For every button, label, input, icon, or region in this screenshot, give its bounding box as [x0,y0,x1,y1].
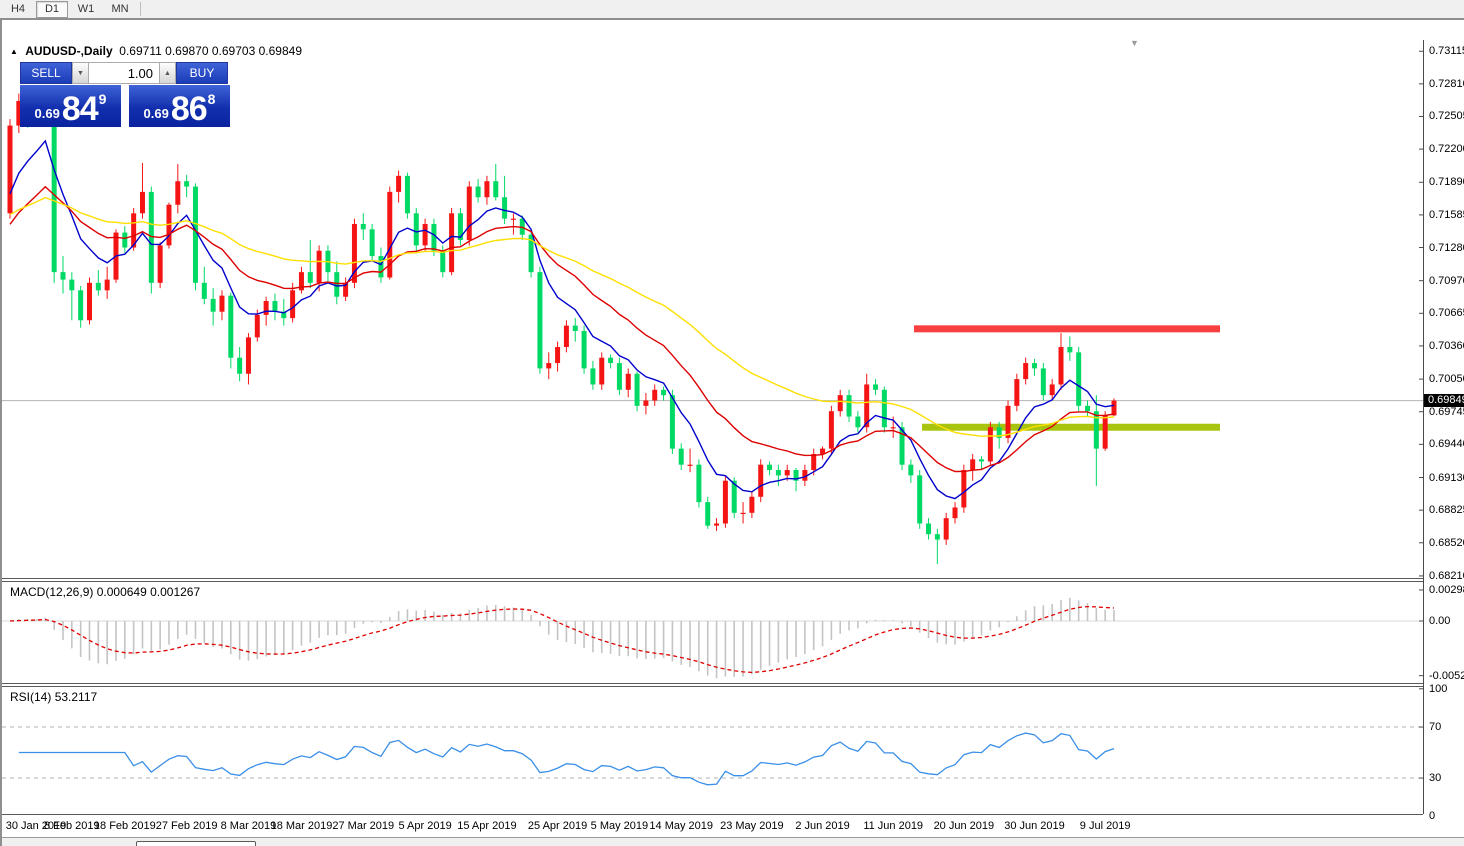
date-tick-label: 18 Feb 2019 [93,820,156,832]
price-tick: 0.72200 [1429,143,1464,156]
macd-label: MACD(12,26,9) 0.000649 0.001267 [10,585,200,599]
ohlc-high: 0.69870 [165,44,209,58]
price-axis-border [1423,40,1424,814]
price-tick: 0.69130 [1429,471,1464,484]
price-tick: 0.70970 [1429,274,1464,287]
chart-tab-xauusd-h1[interactable]: XAUUSD-,H1 [746,841,851,846]
chart-tab-eurusd-daily[interactable]: EURUSD-,Daily [16,841,134,846]
price-tick: 0.73115 [1429,45,1464,58]
date-tick-label: 27 Mar 2019 [332,820,395,832]
volume-input[interactable] [89,62,159,84]
price-tick: 0.70050 [1429,373,1464,386]
date-tick-label: 14 May 2019 [649,820,714,832]
support-line[interactable] [922,423,1220,431]
price-tick: 0.68520 [1429,536,1464,549]
rsi-tick: 30 [1429,772,1442,785]
chart-tab-usdchf-daily[interactable]: USDCHF-,Daily [258,841,375,846]
chart-tab-usdcad-daily[interactable]: USDCAD-,Daily [376,841,494,846]
buy-price-prefix: 0.69 [143,106,169,121]
volume-decrease-button[interactable]: ▼ [72,62,89,84]
date-tick-label: 27 Feb 2019 [155,820,218,832]
date-tick-label: 30 Jun 2019 [1004,820,1065,832]
pane-separator[interactable] [2,686,1423,687]
date-tick-label: 11 Jun 2019 [863,820,924,832]
date-tick-label: 9 Jul 2019 [1079,820,1131,832]
pane-separator[interactable] [2,578,1423,579]
collapse-arrow-icon[interactable]: ▲ [10,47,18,56]
rsi-tick: 0 [1429,810,1436,823]
date-tick-label: 8 Mar 2019 [220,820,277,832]
rsi-name: RSI(14) [10,690,52,704]
macd-tick: 0.002984 [1429,583,1464,596]
ohlc-low: 0.69703 [211,44,256,58]
price-tick: 0.72505 [1429,110,1464,123]
buy-price-panel[interactable]: 0.69 86 8 [129,85,230,127]
buy-button[interactable]: BUY [176,62,228,84]
resistance-line[interactable] [914,325,1220,333]
period-button-w1[interactable]: W1 [70,1,102,18]
date-tick-label: 5 May 2019 [590,820,649,832]
chart-title: ▲ AUDUSD-,Daily 0.69711 0.69870 0.69703 … [10,44,302,58]
ohlc-close: 0.69849 [258,44,302,58]
sell-price-panel[interactable]: 0.69 84 9 [20,85,121,127]
price-tick: 0.70360 [1429,339,1464,352]
period-button-mn[interactable]: MN [104,1,136,18]
price-tick: 0.68825 [1429,504,1464,517]
mt4-window: H4 D1 W1 MN ▲ AUDUSD-,Daily 0.69711 0.69870… [0,0,1464,846]
chart-shift-marker-icon[interactable]: ▼ [1130,38,1139,48]
macd-values: 0.000649 0.001267 [96,585,201,599]
chart-tab-eurchf-weekly[interactable]: EURCHF-,Weekly [615,841,746,846]
sell-price-sup: 9 [98,91,107,107]
price-tick: 0.69440 [1429,438,1464,451]
volume-increase-button[interactable]: ▲ [159,62,176,84]
macd-tick: 0.00 [1429,615,1451,627]
macd-name: MACD(12,26,9) [10,585,94,599]
chart-tab-usdcnh-daily[interactable]: USDCNH-,Daily [495,841,613,846]
date-tick-label: 23 May 2019 [720,820,784,832]
chart-tab-audusd-daily[interactable]: AUDUSD-,Daily [135,841,257,846]
period-button-h4[interactable]: H4 [2,1,34,18]
chart-tab-bar: EURUSD-,DailyAUDUSD-,DailyUSDCHF-,DailyU… [2,837,1464,846]
price-tick: 0.69745 [1429,405,1464,418]
period-toolbar: H4 D1 W1 MN [0,0,1464,19]
current-price-tag: 0.69849 [1424,394,1464,408]
macd-tick: -0.005256 [1429,669,1464,682]
sell-price-big: 84 [61,90,99,128]
pane-separator[interactable] [2,683,1423,684]
ohlc-open: 0.69711 [119,44,162,58]
date-tick-label: 5 Apr 2019 [398,820,452,832]
rsi-value: 53.2117 [54,690,98,704]
date-tick-label: 8 Feb 2019 [43,820,100,832]
price-tick: 0.71280 [1429,241,1464,254]
toolbar-separator [140,2,141,16]
price-tick: 0.72810 [1429,77,1464,90]
date-tick-label: 2 Jun 2019 [795,820,850,832]
price-tick: 0.70665 [1429,307,1464,320]
chart-tab-ukoil-h1[interactable]: UKOil-,H1 [958,841,1043,846]
sell-button[interactable]: SELL [20,62,72,84]
price-tick: 0.71890 [1429,176,1464,189]
chart-canvas[interactable] [2,38,1464,846]
chart-tab-gbpusd-h1[interactable]: GBPUSD-,H1 [852,841,957,846]
period-button-d1[interactable]: D1 [36,0,68,18]
chart-symbol: AUDUSD-,Daily [25,44,113,58]
price-tick: 0.71585 [1429,208,1464,221]
rsi-tick: 70 [1429,721,1442,734]
pane-separator[interactable] [2,581,1423,582]
date-tick-label: 15 Apr 2019 [457,820,517,832]
date-tick-label: 18 Mar 2019 [270,820,333,832]
rsi-label: RSI(14) 53.2117 [10,690,97,704]
rsi-tick: 100 [1429,682,1448,695]
buy-price-big: 86 [170,90,208,128]
date-axis[interactable]: 30 Jan 2019 8 Feb 2019 18 Feb 2019 27 Feb 2… [2,815,1423,837]
date-tick-label: 25 Apr 2019 [527,820,588,832]
chart-window: ▲ AUDUSD-,Daily 0.69711 0.69870 0.69703 … [0,18,1464,846]
sell-price-prefix: 0.69 [34,106,60,121]
price-tick: 0.68210 [1429,569,1464,582]
buy-price-sup: 8 [207,91,216,107]
date-tick-label: 20 Jun 2019 [933,820,995,832]
one-click-trading-panel: SELL ▼ ▲ BUY 0.69 84 9 0.69 86 8 [20,62,230,128]
